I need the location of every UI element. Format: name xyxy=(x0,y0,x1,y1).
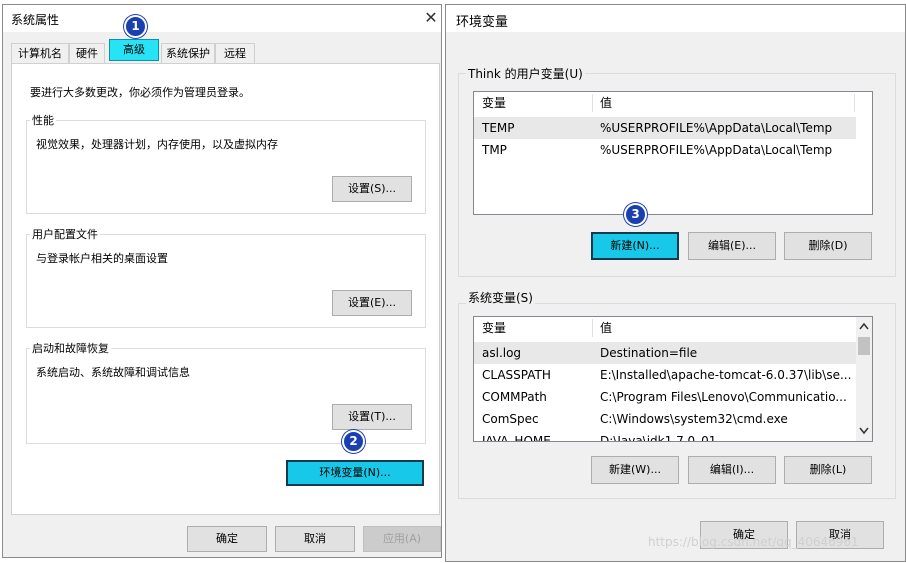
environment-variables-button[interactable]: 环境变量(N)... xyxy=(286,460,424,486)
user-variables-list[interactable]: 变量 值 TEMP %USERPROFILE%\AppData\Local\Te… xyxy=(473,91,873,215)
startup-label: 启动和故障恢复 xyxy=(30,340,111,356)
table-row[interactable]: TEMP %USERPROFILE%\AppData\Local\Temp xyxy=(474,117,856,139)
variable-name: TMP xyxy=(482,143,507,157)
table-row[interactable]: CLASSPATH E:\Installed\apache-tomcat-6.0… xyxy=(474,364,856,386)
variable-name: ComSpec xyxy=(482,412,539,426)
cancel-button[interactable]: 取消 xyxy=(275,526,355,552)
column-divider xyxy=(854,94,855,112)
startup-desc: 系统启动、系统故障和调试信息 xyxy=(36,366,190,379)
column-divider xyxy=(592,319,593,337)
system-edit-button[interactable]: 编辑(I)... xyxy=(688,456,776,484)
system-properties-dialog: 系统属性 ✕ 计算机名 硬件 高级 系统保护 远程 要进行大多数更改，你必须作为… xyxy=(2,4,442,558)
variable-value: C:\Program Files\Lenovo\Communicatio... xyxy=(600,390,847,404)
column-header-variable[interactable]: 变量 xyxy=(482,317,506,339)
profile-settings-button[interactable]: 设置(E)... xyxy=(332,290,412,316)
tab-hardware[interactable]: 硬件 xyxy=(69,43,105,63)
tab-remote[interactable]: 远程 xyxy=(215,43,255,63)
table-row[interactable]: JAVA_HOME D:\Java\jdk1.7.0_01 xyxy=(474,430,856,442)
performance-desc: 视觉效果，处理器计划，内存使用，以及虚拟内存 xyxy=(36,138,278,151)
user-edit-button[interactable]: 编辑(E)... xyxy=(688,232,776,260)
step-marker-3: 3 xyxy=(624,203,647,226)
apply-button[interactable]: 应用(A) xyxy=(363,526,441,552)
performance-settings-button[interactable]: 设置(S)... xyxy=(332,176,412,202)
system-delete-button[interactable]: 删除(L) xyxy=(784,456,872,484)
table-row[interactable]: COMMPath C:\Program Files\Lenovo\Communi… xyxy=(474,386,856,408)
tab-computer-name[interactable]: 计算机名 xyxy=(11,43,69,63)
admin-notice: 要进行大多数更改，你必须作为管理员登录。 xyxy=(30,86,250,99)
variable-name: JAVA_HOME xyxy=(482,434,551,442)
system-variables-list[interactable]: 变量 值 asl.log Destination=file CLASSPATH … xyxy=(473,316,873,442)
table-row[interactable]: TMP %USERPROFILE%\AppData\Local\Temp xyxy=(474,139,856,161)
window-title: 系统属性 xyxy=(11,13,60,27)
variable-name: CLASSPATH xyxy=(482,368,551,382)
variable-value: %USERPROFILE%\AppData\Local\Temp xyxy=(600,143,833,157)
user-variables-label: Think 的用户变量(U) xyxy=(466,65,585,82)
profile-desc: 与登录帐户相关的桌面设置 xyxy=(36,252,168,265)
close-icon[interactable]: ✕ xyxy=(421,7,441,29)
watermark: https://blog.csdn.net/qq_40646961 xyxy=(648,535,859,549)
variable-value: D:\Java\jdk1.7.0_01 xyxy=(600,434,717,442)
variable-value: E:\Installed\apache-tomcat-6.0.37\lib\se… xyxy=(600,368,852,382)
user-new-button[interactable]: 新建(N)... xyxy=(591,232,679,260)
step-marker-2: 2 xyxy=(342,430,365,453)
scrollbar[interactable] xyxy=(856,317,872,441)
scroll-down-icon[interactable] xyxy=(859,427,869,435)
window-title: 环境变量 xyxy=(456,15,509,30)
column-divider xyxy=(592,94,593,112)
ok-button[interactable]: 确定 xyxy=(187,526,267,552)
variable-value: %USERPROFILE%\AppData\Local\Temp xyxy=(600,121,833,135)
variable-name: TEMP xyxy=(482,121,515,135)
performance-label: 性能 xyxy=(30,112,56,128)
environment-variables-dialog: 环境变量 Think 的用户变量(U) 变量 值 TEMP %USERPROFI… xyxy=(445,4,906,562)
variable-value: C:\Windows\system32\cmd.exe xyxy=(600,412,788,426)
column-header-variable[interactable]: 变量 xyxy=(482,92,506,114)
variable-value: Destination=file xyxy=(600,346,698,360)
step-marker-1: 1 xyxy=(124,15,147,38)
column-header-value[interactable]: 值 xyxy=(600,317,612,339)
variable-name: asl.log xyxy=(482,346,522,360)
profile-label: 用户配置文件 xyxy=(30,226,100,242)
scrollbar-thumb[interactable] xyxy=(858,337,870,355)
table-row[interactable]: asl.log Destination=file xyxy=(474,342,856,364)
tab-advanced[interactable]: 高级 xyxy=(109,39,159,61)
user-delete-button[interactable]: 删除(D) xyxy=(784,232,872,260)
startup-settings-button[interactable]: 设置(T)... xyxy=(332,404,412,430)
tab-system-protection[interactable]: 系统保护 xyxy=(161,43,215,63)
table-row[interactable]: ComSpec C:\Windows\system32\cmd.exe xyxy=(474,408,856,430)
title-bar: 环境变量 xyxy=(446,5,905,32)
scroll-up-icon[interactable] xyxy=(859,322,869,330)
variable-name: COMMPath xyxy=(482,390,547,404)
advanced-tab-panel: 要进行大多数更改，你必须作为管理员登录。 性能 视觉效果，处理器计划，内存使用，… xyxy=(11,63,440,515)
title-bar: 系统属性 ✕ xyxy=(3,5,441,32)
system-variables-label: 系统变量(S) xyxy=(466,289,535,306)
column-header-value[interactable]: 值 xyxy=(600,92,612,114)
system-new-button[interactable]: 新建(W)... xyxy=(591,456,679,484)
